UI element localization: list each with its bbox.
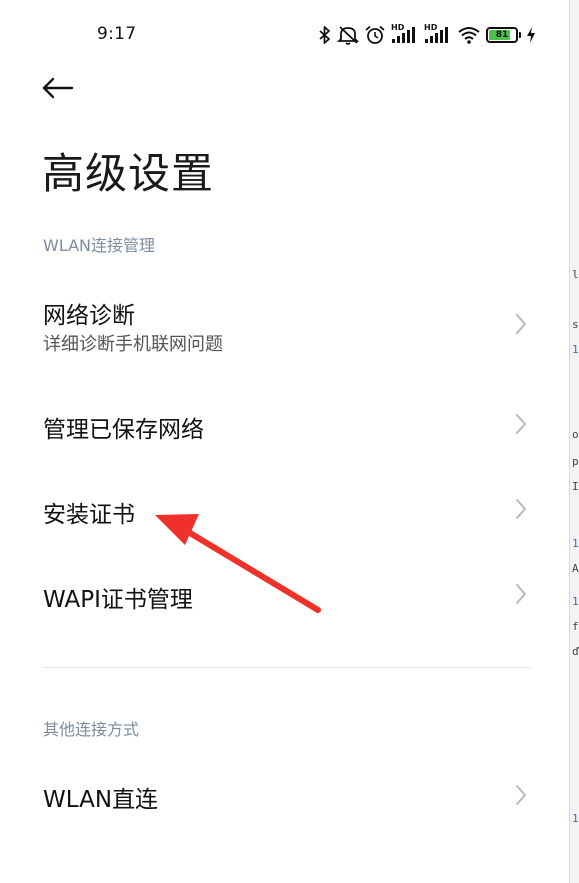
battery-level: 81 [495,30,509,40]
menu-item-label: WAPI证书管理 [43,587,193,613]
side-fragment: s [572,318,579,331]
adjacent-window-edge: l s 1 o p Il 1 A 1 f ď 1 [569,0,579,883]
battery-body: 81 [486,27,518,43]
back-button[interactable] [40,72,84,108]
menu-item-network-diagnosis[interactable]: 网络诊断 详细诊断手机联网问题 [0,278,569,368]
hd-signal-icon: HD [391,23,419,45]
side-fragment: 1 [572,812,579,825]
hd-signal-icon: HD [424,23,452,45]
menu-item-label: WLAN直连 [43,787,159,813]
menu-item-label: 安装证书 [43,502,135,528]
wifi-icon [457,25,481,45]
menu-item-label: 网络诊断 [43,303,135,329]
chevron-right-icon [514,497,528,525]
status-icons: HD HD 81 [318,22,536,48]
menu-item-saved-networks[interactable]: 管理已保存网络 [0,380,569,470]
mute-icon [337,25,359,45]
chevron-right-icon [514,783,528,811]
chevron-right-icon [514,312,528,340]
side-fragment: l [572,268,579,281]
chevron-right-icon [514,582,528,610]
battery-cap [519,32,521,38]
menu-item-wlan-direct[interactable]: WLAN直连 [0,752,569,842]
section-divider [43,667,531,668]
section-title-wlan: WLAN连接管理 [43,236,156,255]
charging-icon [526,26,536,44]
menu-item-subtitle: 详细诊断手机联网问题 [43,334,223,355]
side-fragment: f [572,620,579,633]
side-fragment: ď [572,645,579,658]
side-fragment: A [572,562,579,575]
section-title-other: 其他连接方式 [43,720,140,739]
side-fragment: 1 [572,595,579,608]
side-fragment: o [572,428,579,441]
menu-item-label: 管理已保存网络 [43,417,204,443]
chevron-right-icon [514,412,528,440]
side-fragment: 1 [572,343,579,356]
battery-icon: 81 [486,27,521,43]
side-fragment: 1 [572,537,579,550]
back-arrow-icon [40,76,74,104]
side-fragment: Il [572,480,579,493]
side-fragment: p [572,455,579,468]
bluetooth-icon [318,25,332,45]
alarm-icon [364,25,386,45]
menu-item-wapi-certificate[interactable]: WAPI证书管理 [0,550,569,640]
menu-item-install-certificate[interactable]: 安装证书 [0,465,569,555]
settings-screen: 9:17 HD HD 81 高级设置 WLAN连接管理 网络诊断 详细诊断手机联… [0,0,569,883]
status-time: 9:17 [97,24,137,44]
page-title: 高级设置 [42,149,215,198]
